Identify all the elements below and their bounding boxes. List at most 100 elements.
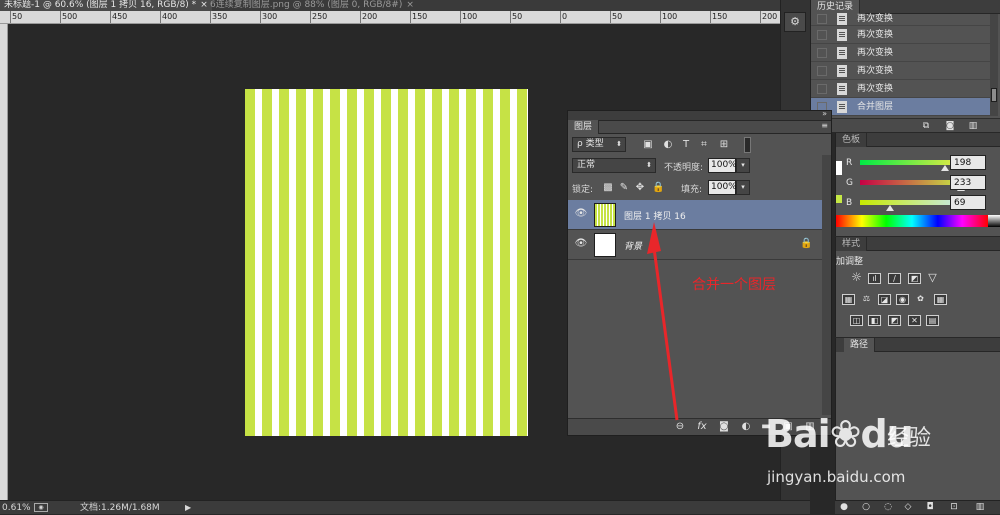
blue-knob[interactable]	[885, 205, 894, 211]
invert-icon[interactable]: ◫	[850, 315, 863, 326]
checkbox[interactable]	[817, 48, 827, 58]
layer-filter-dropdown[interactable]: ρ 类型 ⬍	[572, 137, 626, 152]
red-value-input[interactable]: 198	[950, 155, 986, 170]
pixel-filter-icon[interactable]: ▣	[642, 139, 654, 151]
history-item[interactable]: 再次变换	[811, 44, 991, 62]
lock-all-icon[interactable]: 🔒	[652, 182, 664, 194]
balance-icon[interactable]: ⚖	[860, 294, 873, 305]
green-value-input[interactable]: 233	[950, 175, 986, 190]
checkbox[interactable]	[817, 30, 827, 40]
curves-icon[interactable]: ∕	[888, 273, 901, 284]
gear-icon[interactable]: ⚙	[784, 12, 806, 32]
arrow-head	[647, 222, 661, 254]
history-item[interactable]: 再次变换	[811, 62, 991, 80]
opacity-label: 不透明度:	[664, 163, 704, 173]
close-icon[interactable]: ×	[406, 0, 414, 10]
trash-icon[interactable]: ▥	[968, 121, 978, 131]
history-item-selected[interactable]: 合并图层	[811, 98, 991, 116]
posterize-icon[interactable]: ◧	[868, 315, 881, 326]
checkbox[interactable]	[817, 14, 827, 24]
checkbox[interactable]	[817, 84, 827, 94]
chevron-down-icon: ▾	[741, 183, 745, 191]
trash-icon[interactable]: ▥	[975, 502, 985, 512]
new-path-icon[interactable]: ⊡	[949, 502, 959, 512]
document-icon	[837, 101, 847, 113]
type-filter-icon[interactable]: T	[680, 139, 692, 151]
levels-icon[interactable]: ıl	[868, 273, 881, 284]
color-spectrum[interactable]	[836, 215, 1000, 227]
channel-mixer-icon[interactable]: ✿	[914, 294, 927, 305]
opacity-dropdown[interactable]: ▾	[736, 158, 750, 173]
make-path-icon[interactable]: ◇	[903, 502, 913, 512]
gradient-map-icon[interactable]: ▤	[926, 315, 939, 326]
filter-toggle[interactable]	[744, 137, 751, 153]
document-tab-active[interactable]: 未标题-1 @ 60.6% (图层 1 拷贝 16, RGB/8) * ×	[0, 0, 212, 11]
zoom-level[interactable]: 0.61%	[2, 501, 31, 515]
camera-icon[interactable]: ◙	[945, 121, 955, 131]
brightness-icon[interactable]: ☼	[850, 271, 863, 284]
blue-value-input[interactable]: 69	[950, 195, 986, 210]
status-icon[interactable]: ◉	[34, 503, 48, 512]
opacity-input[interactable]: 100%	[708, 158, 737, 173]
threshold-icon[interactable]: ◩	[888, 315, 901, 326]
fill-path-icon[interactable]: ●	[839, 502, 849, 512]
scroll-thumb[interactable]	[991, 88, 997, 102]
red-slider[interactable]: R 198	[836, 155, 1000, 175]
load-selection-icon[interactable]: ◌	[883, 502, 893, 512]
mask-icon[interactable]: ◙	[718, 421, 730, 433]
adjustment-filter-icon[interactable]: ◐	[662, 139, 674, 151]
layers-scrollbar[interactable]	[822, 155, 831, 415]
play-icon[interactable]: ▶	[185, 501, 191, 515]
color-lookup-icon[interactable]: ▦	[934, 294, 947, 305]
panel-menu-icon[interactable]: ≡	[821, 121, 828, 130]
layer-name[interactable]: 图层 1 拷贝 16	[624, 209, 686, 222]
blend-mode-dropdown[interactable]: 正常 ⬍	[572, 158, 656, 173]
tab-paths[interactable]: 路径	[844, 338, 876, 352]
red-knob[interactable]	[941, 165, 950, 171]
black-white-icon[interactable]: ◪	[878, 294, 891, 305]
collapse-icon[interactable]: »	[822, 109, 827, 118]
tab-swatches[interactable]: 色板	[836, 133, 868, 147]
vertical-ruler[interactable]	[0, 24, 8, 500]
gradient-triangle-icon[interactable]: ▽	[926, 272, 939, 284]
smart-object-filter-icon[interactable]: ⊞	[718, 139, 730, 151]
lock-brush-icon[interactable]: ✎	[618, 182, 630, 194]
blue-slider[interactable]: B 69	[836, 195, 1000, 215]
adjustment-icon[interactable]: ◐	[740, 421, 752, 433]
horizontal-ruler[interactable]: 50 500 450 400 350 300 250 200 150 100 50 0 50 100 150…	[0, 11, 810, 24]
link-icon[interactable]: ⊖	[674, 421, 686, 433]
tab-layers[interactable]: 图层	[568, 120, 600, 134]
layer-row-selected[interactable]: 👁 图层 1 拷贝 16	[568, 200, 823, 230]
selective-color-icon[interactable]: ✕	[908, 315, 921, 326]
new-document-from-state-icon[interactable]: ⧉	[921, 121, 931, 131]
eye-icon[interactable]: 👁	[574, 209, 588, 219]
ruler-tick-label: 300	[262, 12, 278, 21]
exposure-icon[interactable]: ◩	[908, 273, 921, 284]
fill-input[interactable]: 100%	[708, 180, 737, 195]
green-slider[interactable]: G 233	[836, 175, 1000, 195]
lock-position-icon[interactable]: ✥	[634, 182, 646, 194]
fill-dropdown[interactable]: ▾	[736, 180, 750, 195]
tab-styles[interactable]: 样式	[836, 237, 868, 251]
ruler-tick-label: 200	[362, 12, 378, 21]
stroke-path-icon[interactable]: ○	[861, 502, 871, 512]
checkbox[interactable]	[817, 66, 827, 76]
lock-transparent-icon[interactable]: ▩	[602, 182, 614, 194]
document-tab-inactive[interactable]: 6连续复制图层.png @ 88% (图层 0, RGB/8#) ×	[206, 0, 418, 11]
history-scrollbar[interactable]	[990, 14, 998, 116]
document-icon	[837, 29, 847, 41]
mask-icon[interactable]: ◘	[925, 502, 935, 512]
green-label: G	[846, 178, 853, 188]
document-canvas[interactable]	[245, 89, 528, 436]
photo-filter-icon[interactable]: ◉	[896, 294, 909, 305]
vibrance-icon[interactable]: ▦	[842, 294, 855, 305]
eye-icon[interactable]: 👁	[574, 239, 588, 249]
panel-collapse-bar[interactable]: »	[568, 109, 831, 121]
shape-filter-icon[interactable]: ⌗	[698, 139, 710, 151]
history-item[interactable]: 再次变换	[811, 80, 991, 98]
history-item[interactable]: 再次变换	[811, 26, 991, 44]
layer-row[interactable]: 👁 背景 🔒	[568, 230, 823, 260]
fx-icon[interactable]: fx	[696, 421, 708, 433]
document-size: 文档:1.26M/1.68M	[80, 503, 160, 513]
history-item[interactable]: 再次变换	[811, 12, 991, 26]
